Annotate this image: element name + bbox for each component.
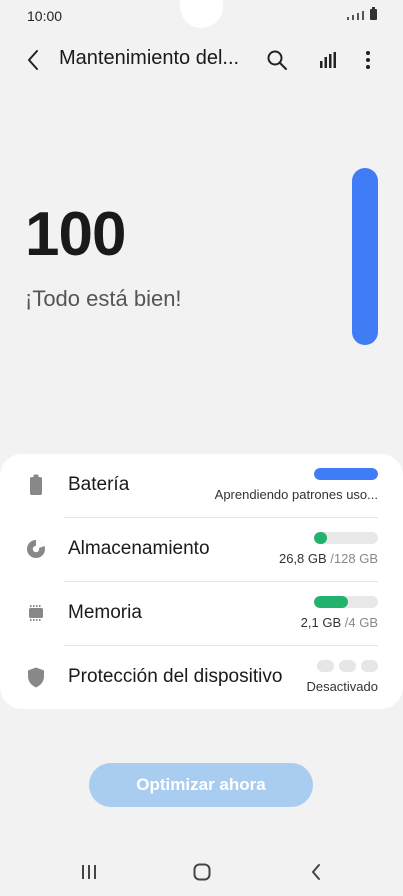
memory-value: 2,1 GB /4 GB — [300, 615, 378, 630]
navigation-bar — [0, 848, 403, 896]
battery-progress-fill — [314, 468, 378, 480]
status-bar: 10:00 — [0, 0, 403, 32]
storage-label: Almacenamiento — [68, 538, 210, 559]
battery-icon — [25, 474, 47, 496]
battery-progress-bar — [314, 468, 378, 480]
memory-progress-fill — [314, 596, 348, 608]
device-protection-label: Protección del dispositivo — [68, 666, 283, 687]
home-button[interactable] — [182, 858, 222, 886]
storage-item[interactable]: Almacenamiento 26,8 GB /128 GB — [0, 518, 403, 582]
storage-value: 26,8 GB /128 GB — [278, 551, 378, 566]
shield-icon — [25, 666, 47, 688]
chevron-left-icon — [28, 50, 38, 70]
recent-apps-icon — [82, 865, 96, 879]
home-icon — [193, 863, 211, 881]
chevron-left-icon — [312, 864, 320, 880]
statistics-button[interactable] — [314, 44, 342, 76]
camera-notch — [180, 0, 223, 28]
device-protection-item[interactable]: Protección del dispositivo Desactivado — [0, 646, 403, 710]
more-options-button[interactable] — [356, 44, 380, 76]
bar-chart-icon — [320, 52, 336, 68]
memory-progress-bar — [314, 596, 378, 608]
search-icon — [267, 50, 287, 70]
recent-apps-button[interactable] — [69, 858, 109, 886]
storage-progress-fill — [314, 532, 328, 544]
status-time: 10:00 — [27, 8, 63, 24]
battery-item[interactable]: Batería Aprendiendo patrones uso... — [0, 454, 403, 518]
back-button[interactable] — [18, 44, 48, 76]
status-dot — [317, 660, 334, 672]
back-nav-button[interactable] — [296, 858, 336, 886]
storage-pie-icon — [25, 538, 47, 560]
page-title: Mantenimiento del... — [59, 47, 240, 69]
memory-item[interactable]: Memoria 2,1 GB /4 GB — [0, 582, 403, 646]
battery-label: Batería — [68, 474, 130, 495]
status-icons — [347, 7, 377, 20]
score-gauge — [352, 168, 378, 345]
search-button[interactable] — [262, 44, 292, 76]
more-vertical-icon — [366, 51, 370, 69]
status-message: ¡Todo está bien! — [25, 286, 182, 311]
optimize-now-button[interactable]: Optimizar ahora — [89, 763, 313, 807]
device-protection-value: Desactivado — [306, 679, 378, 694]
status-dot — [339, 660, 356, 672]
signal-icon — [347, 17, 349, 20]
maintenance-score: 100 — [25, 200, 126, 269]
battery-value: Aprendiendo patrones uso... — [214, 487, 378, 502]
maintenance-card: Batería Aprendiendo patrones uso... Alma… — [0, 454, 403, 709]
app-bar: Mantenimiento del... — [0, 38, 403, 82]
memory-chip-icon — [25, 602, 47, 624]
memory-label: Memoria — [68, 602, 142, 623]
status-dot — [361, 660, 378, 672]
storage-progress-bar — [314, 532, 378, 544]
battery-status-icon — [370, 7, 377, 20]
protection-status-dots — [317, 660, 378, 672]
